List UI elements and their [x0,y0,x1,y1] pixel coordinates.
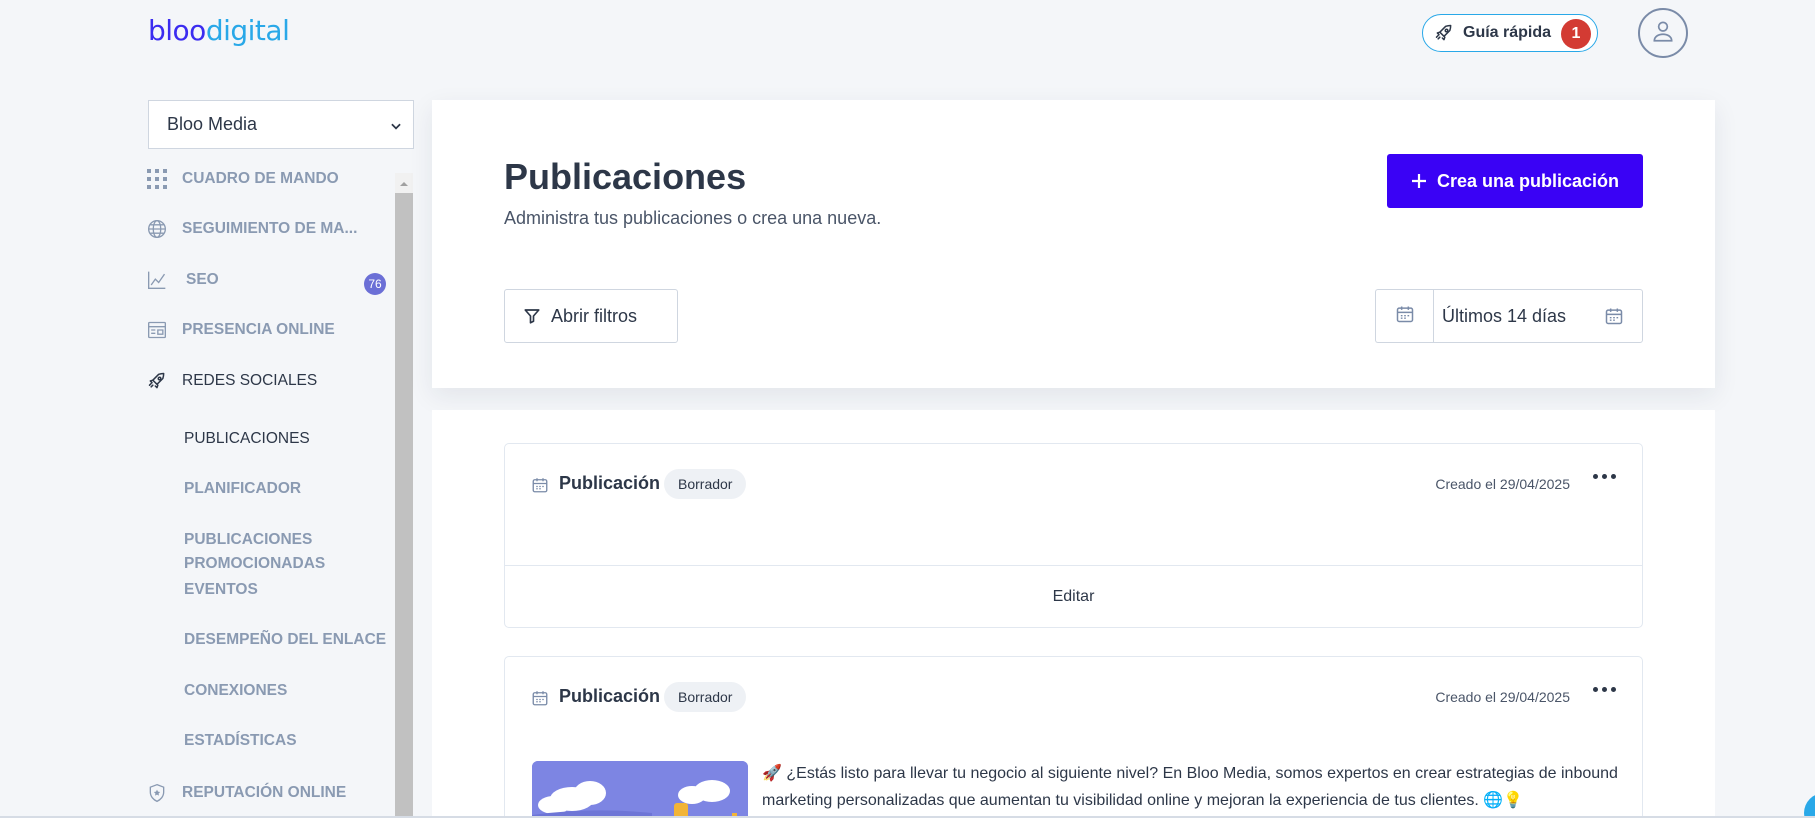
publication-card: Publicación Borrador Creado el 29/04/202… [504,656,1643,818]
filter-icon [523,307,541,325]
chevron-down-icon [389,117,403,138]
help-chat-button[interactable] [1804,793,1815,818]
shield-icon [146,782,168,804]
bloodigital-logo[interactable]: bloodigital [148,14,290,47]
publication-title: Publicación [559,686,661,706]
grid-icon [146,168,168,190]
more-options-icon[interactable] [1593,474,1616,479]
quick-guide-label: Guía rápida [1463,24,1552,41]
seo-count-badge: 76 [364,273,386,295]
sidebar-item-seo[interactable]: SEO [146,266,219,294]
sidebar-item-label: REPUTACIÓN ONLINE [182,784,347,801]
open-filters-label: Abrir filtros [551,305,638,326]
date-range-value: Últimos 14 días [1442,305,1567,326]
sidebar-scrollbar-thumb[interactable] [395,193,413,818]
plus-icon [1411,173,1427,189]
globe-icon [146,218,168,240]
publication-image [532,761,748,818]
publication-created-date: Creado el 29/04/2025 [1435,689,1570,705]
calendar-icon [531,689,549,712]
sidebar-item-label: CUADRO DE MANDO [182,170,339,187]
create-publication-label: Crea una publicación [1436,170,1620,191]
logo-part-bloo: bloo [148,14,206,47]
sidebar-item-label: PRESENCIA ONLINE [182,321,335,338]
calendar-icon [1395,304,1415,329]
listing-icon [146,319,168,341]
quick-guide-button[interactable]: Guía rápida 1 [1422,14,1598,52]
sidebar-subitem-planner[interactable]: PLANIFICADOR [184,477,301,501]
chart-line-icon [146,269,168,291]
account-select[interactable]: Bloo Media [148,100,414,149]
publication-card: Publicación Borrador Creado el 29/04/202… [504,443,1643,628]
open-filters-button[interactable]: Abrir filtros [504,289,678,343]
quick-guide-badge: 1 [1561,19,1591,49]
sidebar-subitem-connections[interactable]: CONEXIONES [184,679,287,703]
publication-text: 🚀 ¿Estás listo para llevar tu negocio al… [762,765,1618,809]
page-subtitle: Administra tus publicaciones o crea una … [504,208,882,228]
sidebar-subitem-promoted[interactable]: PUBLICACIONES PROMOCIONADAS [184,528,354,576]
sidebar-item-tracking[interactable]: SEGUIMIENTO DE MA... [146,215,357,243]
page-header-card: Publicaciones Administra tus publicacion… [432,100,1715,388]
date-picker-toggle[interactable] [1375,289,1433,343]
user-avatar-button[interactable] [1638,8,1688,58]
sidebar-subitem-events[interactable]: EVENTOS [184,578,258,602]
status-badge: Borrador [664,682,747,712]
status-badge: Borrador [664,469,747,499]
sidebar-item-social[interactable]: REDES SOCIALES [146,367,317,395]
sidebar-item-label: SEO [186,271,219,288]
edit-publication-button[interactable]: Editar [505,565,1642,628]
account-select-value: Bloo Media [167,114,258,134]
sidebar-item-dashboard[interactable]: CUADRO DE MANDO [146,165,339,193]
sidebar-subitem-link-performance[interactable]: DESEMPEÑO DEL ENLACE [184,628,386,652]
sidebar-item-label: SEGUIMIENTO DE MA... [182,220,358,237]
publication-title: Publicación [559,473,661,493]
sidebar-subitem-publications[interactable]: PUBLICACIONES [184,427,310,451]
calendar-icon [531,476,549,499]
sidebar-item-online-presence[interactable]: PRESENCIA ONLINE [146,316,335,344]
calendar-icon [1604,306,1624,331]
page-title: Publicaciones [504,156,747,197]
rocket-icon [1433,22,1455,44]
more-options-icon[interactable] [1593,687,1616,692]
user-icon [1650,18,1676,49]
logo-part-digital: digital [205,14,290,47]
scroll-up-arrow-icon[interactable] [397,176,411,194]
rocket-icon [146,370,168,392]
sidebar-subitem-statistics[interactable]: ESTADÍSTICAS [184,729,297,753]
sidebar-item-label: REDES SOCIALES [182,372,318,389]
create-publication-button[interactable]: Crea una publicación [1387,154,1643,208]
publication-created-date: Creado el 29/04/2025 [1435,476,1570,492]
date-range-input[interactable]: Últimos 14 días [1433,289,1643,343]
sidebar-item-reputation[interactable]: REPUTACIÓN ONLINE [146,779,346,807]
